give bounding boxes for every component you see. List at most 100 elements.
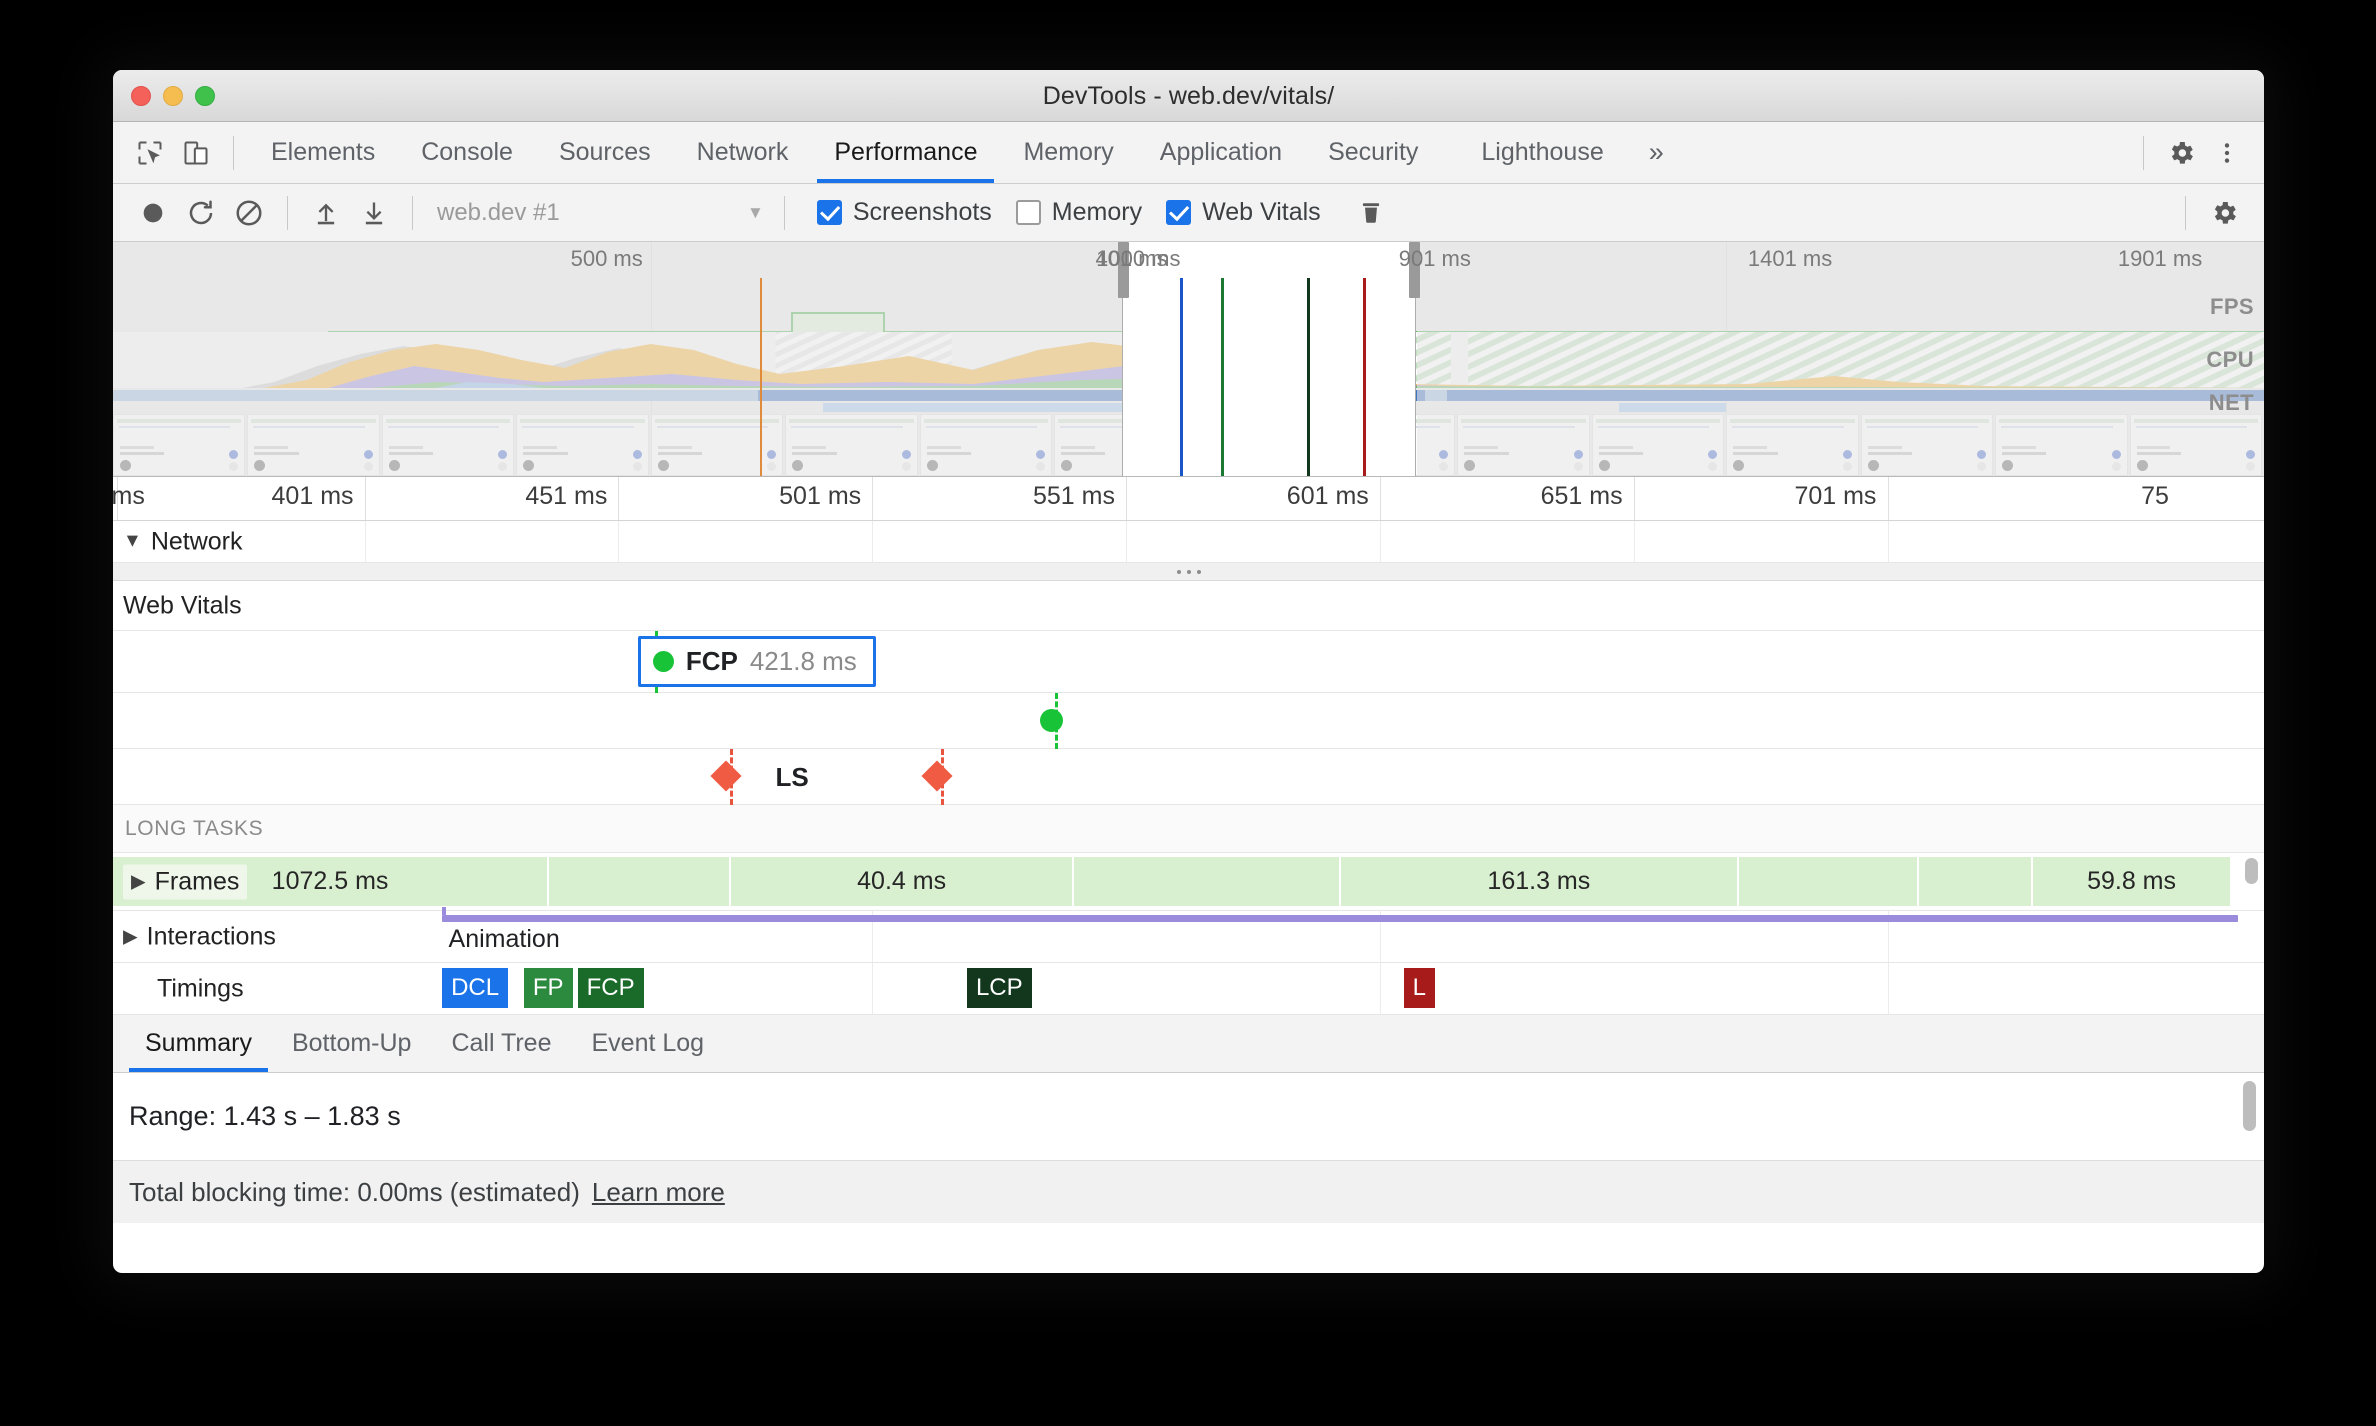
track-gridline [618,521,620,562]
track-gridline [1379,521,1381,562]
record-circle-icon[interactable] [129,189,177,237]
timing-badge-label: L [1412,974,1426,1001]
timeline-ruler[interactable]: 1 ms 401 ms 451 ms 501 ms 551 ms 601 ms … [113,477,2264,521]
timeline-gridline [618,477,620,520]
summary-scrollbar-thumb[interactable] [2243,1081,2256,1131]
frames-track-row[interactable]: 1072.5 ms 40.4 ms 161.3 ms 59.8 ms ▶ Fra… [113,853,2264,911]
tab-label: Lighthouse [1481,138,1604,166]
layout-shift-marker[interactable] [710,760,742,792]
frame-cell[interactable]: 40.4 ms [731,857,1075,906]
frame-cell[interactable] [1918,857,2034,906]
timeline-gridline [1887,477,1889,520]
network-track-row[interactable]: ▼ Network [113,521,2264,563]
tab-call-tree[interactable]: Call Tree [431,1015,571,1072]
clear-recording-icon[interactable] [225,189,273,237]
timing-badge-l[interactable]: L [1403,968,1435,1008]
learn-more-link[interactable]: Learn more [592,1177,725,1208]
overview-tick-label: 1401 ms [1747,246,1833,271]
expander-triangle-icon[interactable]: ▼ [123,531,142,553]
layout-shift-marker[interactable] [921,760,953,792]
timing-badge-dcl[interactable]: DCL [442,968,509,1008]
save-profile-icon[interactable] [350,189,398,237]
timings-track-row[interactable]: Timings DCL FP FCP LCP L [113,963,2264,1015]
gear-icon[interactable] [2200,189,2248,237]
interactions-track-row[interactable]: Animation ▶ Interactions [113,907,2264,963]
timeline-tick-label: 551 ms [1032,482,1115,510]
load-profile-icon[interactable] [302,189,350,237]
frame-cell[interactable] [1074,857,1341,906]
fcp-tooltip[interactable]: FCP 421.8 ms [637,636,876,687]
frame-cell[interactable]: 161.3 ms [1340,857,1739,906]
tab-label: Application [1159,138,1283,166]
tab-label: Memory [1023,138,1114,166]
device-toolbar-icon[interactable] [173,130,219,176]
frame-cell[interactable] [1738,857,1919,906]
timing-badge-fp[interactable]: FP [523,968,573,1008]
devtools-tabstrip: Elements Console Sources Network Perform… [113,122,2264,184]
summary-range-area: Range: 1.43 s – 1.83 s [113,1073,2264,1161]
toolbar-divider [2185,195,2186,230]
timing-badge-label: FCP [586,974,635,1001]
timeline-overview[interactable]: 500 ms 1000 ms 401 ms 901 ms 1401 ms 190… [113,242,2264,477]
reload-and-record-icon[interactable] [177,189,225,237]
memory-checkbox[interactable]: Memory [1015,198,1142,227]
tab-network[interactable]: Network [674,122,812,183]
fcp-metric-label: FCP [685,646,738,676]
checkbox-box[interactable] [816,200,842,225]
trash-icon[interactable] [1347,189,1395,237]
frame-cell[interactable] [549,857,732,906]
tab-memory[interactable]: Memory [1000,122,1136,183]
toolbar-divider [2143,135,2144,170]
l-marker-line [1362,278,1366,476]
frame-cell[interactable]: 59.8 ms [2033,857,2230,906]
track-resize-handle[interactable] [113,563,2264,581]
checkbox-box[interactable] [1015,200,1041,225]
tab-label: Performance [834,138,978,166]
timing-badge-fcp[interactable]: FCP [577,968,644,1008]
dcl-marker-line [1179,278,1183,476]
tab-summary[interactable]: Summary [125,1015,272,1072]
timeline-scrollbar-thumb[interactable] [2245,858,2258,884]
row-label-text: Frames [154,867,240,895]
web-vitals-track-row[interactable]: Web Vitals [113,581,2264,631]
animation-interaction-bar[interactable] [442,907,2239,922]
timing-badge-lcp[interactable]: LCP [966,968,1032,1008]
fps-lane-label: FPS [2210,294,2254,319]
tab-elements[interactable]: Elements [248,122,398,183]
tab-security[interactable]: Security [1305,122,1441,183]
tab-application[interactable]: Application [1137,122,1305,183]
tab-lighthouse[interactable]: Lighthouse [1441,122,1626,183]
tab-bottom-up[interactable]: Bottom-Up [272,1015,431,1072]
tab-console[interactable]: Console [398,122,536,183]
chevron-down-icon[interactable]: ▼ [747,203,770,223]
recording-selector[interactable]: web.dev #1 ▼ [427,199,770,227]
timing-badge-label: DCL [451,974,500,1001]
timing-badge-label: LCP [975,974,1023,1001]
panel-tabs: Elements Console Sources Network Perform… [248,122,1686,183]
checkbox-box[interactable] [1166,200,1192,225]
frames-row-label[interactable]: ▶ Frames [123,864,248,899]
tab-performance[interactable]: Performance [811,122,1000,183]
lcp-marker-dot[interactable] [1040,709,1064,732]
track-gridline [1126,521,1128,562]
expander-triangle-icon[interactable]: ▶ [131,870,146,893]
expander-triangle-icon[interactable]: ▶ [123,925,138,948]
interactions-row-label[interactable]: ▶ Interactions [123,922,276,951]
frame-duration: 59.8 ms [2087,867,2177,895]
tab-sources[interactable]: Sources [536,122,674,183]
tab-label: Summary [145,1029,252,1057]
tab-event-log[interactable]: Event Log [572,1015,725,1072]
screenshots-checkbox[interactable]: Screenshots [816,198,992,227]
toolbar-divider [412,195,413,230]
track-gridline [1887,521,1889,562]
net-lane-label: NET [2208,390,2254,415]
more-tabs-icon[interactable]: » [1627,122,1686,183]
animation-entry-label[interactable]: Animation [449,925,560,954]
network-row-label[interactable]: ▼ Network [123,527,243,556]
web-vitals-checkbox[interactable]: Web Vitals [1166,198,1321,227]
gear-icon[interactable] [2158,130,2204,176]
total-blocking-time-text: Total blocking time: 0.00ms (estimated) [129,1176,580,1207]
kebab-menu-icon[interactable] [2204,130,2250,176]
inspect-element-icon[interactable] [127,130,173,176]
web-vitals-layout-shift-row: LS [113,749,2264,805]
